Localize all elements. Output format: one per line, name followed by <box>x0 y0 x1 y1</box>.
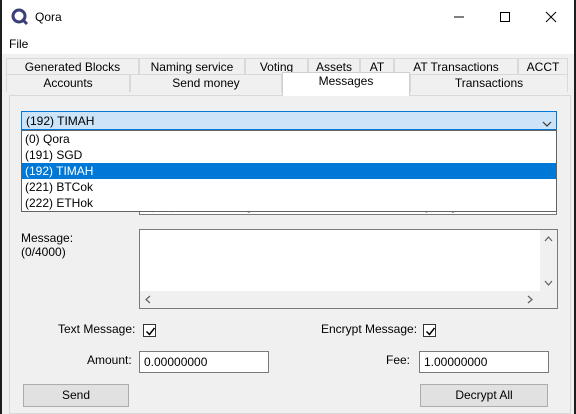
tab-naming-service[interactable]: Naming service <box>139 58 245 74</box>
scroll-corner <box>540 291 557 308</box>
tab-at-transactions[interactable]: AT Transactions <box>394 58 518 74</box>
close-button[interactable] <box>528 0 574 34</box>
tab-messages[interactable]: Messages <box>282 72 410 96</box>
encrypt-message-label: Encrypt Message: <box>321 322 418 336</box>
fee-label: Fee: <box>386 353 411 367</box>
dropdown-option[interactable]: (191) SGD <box>22 147 556 163</box>
horizontal-scrollbar[interactable] <box>140 291 540 308</box>
qora-logo-icon <box>11 8 29 26</box>
message-counter: (0/4000) <box>21 245 66 259</box>
account-select[interactable]: (192) TIMAH <box>21 111 557 130</box>
minimize-icon <box>454 16 464 18</box>
window-title: Qora <box>35 10 62 24</box>
vertical-scrollbar[interactable] <box>540 230 557 292</box>
account-select-value: (192) TIMAH <box>26 114 95 128</box>
tab-acct[interactable]: ACCT <box>518 58 568 74</box>
send-button[interactable]: Send <box>23 384 129 407</box>
maximize-icon <box>500 12 510 22</box>
fee-input[interactable]: 1.00000000 <box>419 351 549 373</box>
app-window: Qora File Generated Blocks Naming servic… <box>2 0 574 414</box>
checkmark-icon <box>425 327 436 336</box>
maximize-button[interactable] <box>482 0 528 34</box>
dropdown-option[interactable]: (221) BTCok <box>22 179 556 195</box>
tab-accounts[interactable]: Accounts <box>6 74 130 92</box>
tab-send-money[interactable]: Send money <box>130 74 282 92</box>
minimize-button[interactable] <box>436 0 482 34</box>
message-label: Message: <box>21 231 74 245</box>
dropdown-option[interactable]: (222) ETHok <box>22 195 556 211</box>
amount-input[interactable]: 0.00000000 <box>139 351 269 373</box>
amount-label: Amount: <box>87 353 132 367</box>
dropdown-option-selected[interactable]: (192) TIMAH <box>22 163 556 179</box>
text-message-checkbox[interactable] <box>143 324 156 337</box>
text-message-label: Text Message: <box>58 322 136 336</box>
title-bar: Qora <box>2 0 574 34</box>
checkmark-icon <box>145 327 156 336</box>
chevron-down-icon <box>542 117 552 131</box>
menu-file[interactable]: File <box>9 37 28 51</box>
encrypt-message-checkbox[interactable] <box>423 324 436 337</box>
tab-transactions[interactable]: Transactions <box>410 74 568 92</box>
message-textarea[interactable] <box>139 229 558 309</box>
tab-generated-blocks[interactable]: Generated Blocks <box>6 58 139 74</box>
menu-bar: File <box>2 34 574 54</box>
dropdown-option[interactable]: (0) Qora <box>22 131 556 147</box>
account-dropdown-list: (0) Qora (191) SGD (192) TIMAH (221) BTC… <box>21 130 557 212</box>
close-icon <box>545 11 557 23</box>
decrypt-all-button[interactable]: Decrypt All <box>420 384 548 407</box>
